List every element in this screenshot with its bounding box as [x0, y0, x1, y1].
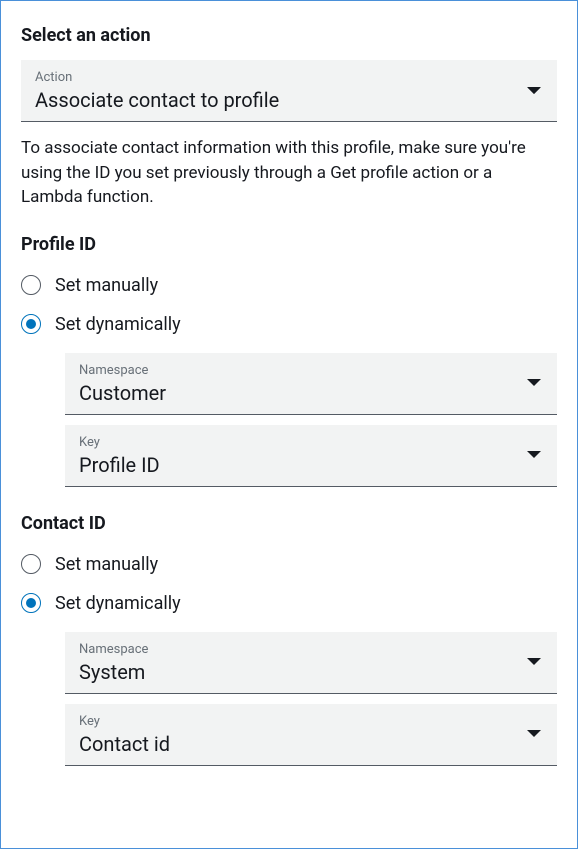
caret-down-icon	[527, 658, 541, 666]
profile-id-heading: Profile ID	[21, 234, 557, 255]
caret-down-icon	[527, 379, 541, 387]
radio-label: Set manually	[55, 554, 158, 575]
contact-id-manual-radio[interactable]: Set manually	[21, 554, 557, 575]
profile-id-dynamic-fields: Namespace Customer Key Profile ID	[65, 353, 557, 487]
contact-id-dynamic-fields: Namespace System Key Contact id	[65, 632, 557, 766]
contact-id-namespace-dropdown[interactable]: Namespace System	[65, 632, 557, 694]
dropdown-label: Key	[79, 435, 543, 450]
radio-label: Set dynamically	[55, 314, 181, 335]
action-dropdown[interactable]: Action Associate contact to profile	[21, 60, 557, 122]
contact-id-heading: Contact ID	[21, 513, 557, 534]
profile-id-key-dropdown[interactable]: Key Profile ID	[65, 425, 557, 487]
caret-down-icon	[527, 451, 541, 459]
radio-checked-icon	[21, 593, 41, 613]
dropdown-value: Profile ID	[79, 452, 543, 478]
profile-id-manual-radio[interactable]: Set manually	[21, 275, 557, 296]
profile-id-dynamic-radio[interactable]: Set dynamically	[21, 314, 557, 335]
dropdown-label: Namespace	[79, 642, 543, 657]
radio-unchecked-icon	[21, 275, 41, 295]
contact-id-dynamic-radio[interactable]: Set dynamically	[21, 593, 557, 614]
caret-down-icon	[527, 87, 541, 95]
contact-id-key-dropdown[interactable]: Key Contact id	[65, 704, 557, 766]
caret-down-icon	[527, 730, 541, 738]
profile-id-namespace-dropdown[interactable]: Namespace Customer	[65, 353, 557, 415]
section-title: Select an action	[21, 25, 557, 46]
radio-label: Set manually	[55, 275, 158, 296]
action-dropdown-value: Associate contact to profile	[35, 87, 543, 113]
dropdown-value: Contact id	[79, 731, 543, 757]
dropdown-value: System	[79, 659, 543, 685]
dropdown-label: Key	[79, 714, 543, 729]
dropdown-value: Customer	[79, 380, 543, 406]
radio-checked-icon	[21, 314, 41, 334]
dropdown-label: Namespace	[79, 363, 543, 378]
radio-unchecked-icon	[21, 554, 41, 574]
action-dropdown-label: Action	[35, 70, 543, 85]
help-text: To associate contact information with th…	[21, 136, 557, 210]
radio-label: Set dynamically	[55, 593, 181, 614]
